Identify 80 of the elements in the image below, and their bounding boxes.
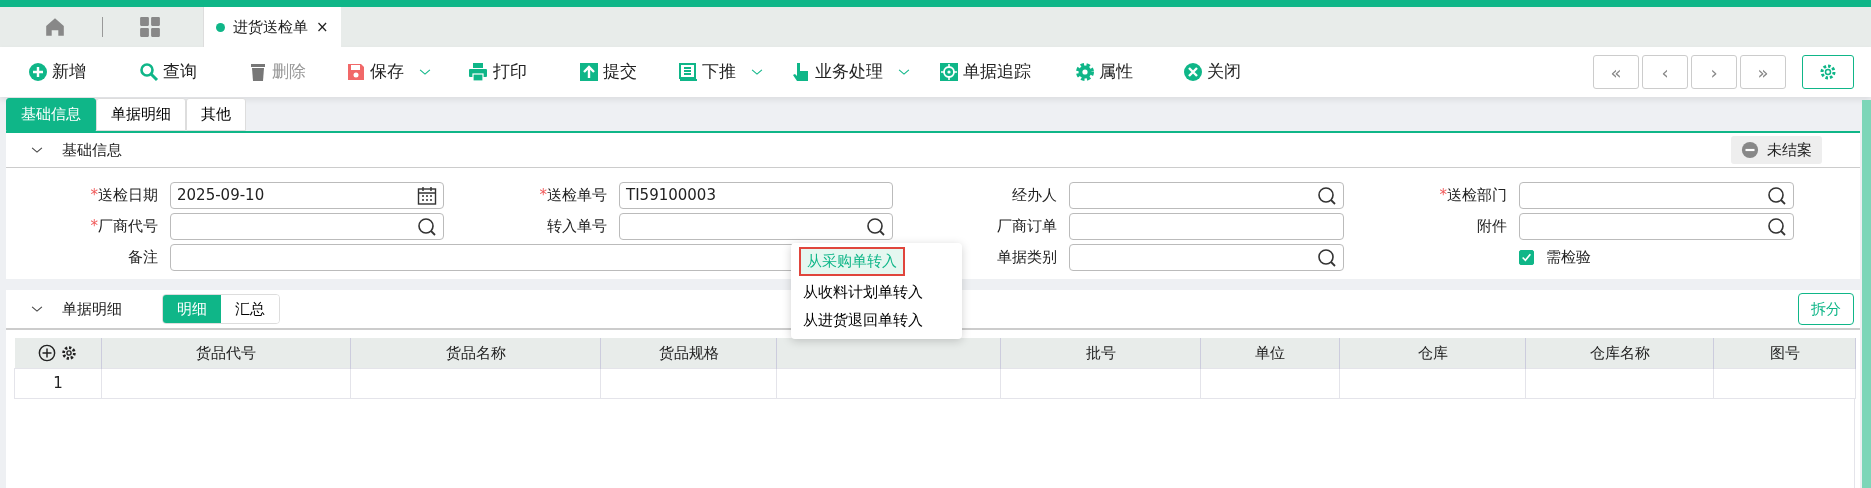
- field-label: *送检日期: [89, 185, 159, 207]
- track-button[interactable]: 单据追踪: [939, 59, 1075, 85]
- column-header: 货品名称: [350, 338, 601, 368]
- input-field[interactable]: [1519, 213, 1794, 240]
- push-button[interactable]: 下推: [678, 59, 791, 85]
- document-list-icon: [678, 62, 698, 82]
- search-icon: [417, 216, 437, 237]
- add-circle-icon[interactable]: [37, 344, 56, 362]
- status-badge: 未结案: [1731, 135, 1822, 165]
- search-icon: [866, 216, 886, 237]
- save-button[interactable]: 保存: [346, 59, 467, 85]
- pointing-hand-icon: [791, 62, 811, 82]
- search-button[interactable]: 查询: [139, 59, 248, 85]
- scrollbar[interactable]: [1862, 100, 1871, 488]
- row-number: 1: [14, 368, 102, 398]
- plus-circle-icon: [28, 62, 48, 82]
- gear-icon: [59, 344, 78, 362]
- pager-button[interactable]: ‹: [1642, 55, 1688, 89]
- pager-button[interactable]: »: [1740, 55, 1786, 89]
- field-label: *厂商代号: [89, 216, 159, 238]
- column-header: 货品代号: [101, 338, 351, 368]
- gear-button[interactable]: 属性: [1075, 59, 1183, 85]
- column-header: 仓库: [1339, 338, 1526, 368]
- checkbox[interactable]: [1519, 250, 1534, 265]
- input-field[interactable]: 2025-09-10: [170, 182, 444, 209]
- field-label: 经办人: [1011, 185, 1058, 207]
- minus-circle-icon: [1741, 141, 1759, 159]
- pager-button[interactable]: ›: [1691, 55, 1737, 89]
- menu-item[interactable]: 从收料计划单转入: [791, 277, 962, 306]
- printer-icon: [467, 62, 489, 82]
- field-label: 附件: [1476, 216, 1508, 238]
- field-label: 备注: [127, 247, 159, 269]
- settings-button[interactable]: [1802, 55, 1854, 89]
- input-field[interactable]: TI59100003: [619, 182, 893, 209]
- submit-button[interactable]: 提交: [579, 59, 678, 85]
- column-header: 货品规格: [600, 338, 777, 368]
- add-button[interactable]: 新增: [28, 59, 139, 85]
- field-label: *送检单号: [538, 185, 608, 207]
- print-button[interactable]: 打印: [467, 59, 579, 85]
- input-field[interactable]: [170, 213, 444, 240]
- section-tab[interactable]: 其他: [186, 98, 246, 131]
- search-icon: [139, 62, 159, 82]
- input-field[interactable]: [1519, 182, 1794, 209]
- section-title: 基础信息: [62, 139, 122, 161]
- search-icon: [1317, 185, 1337, 206]
- close-icon[interactable]: ×: [316, 15, 329, 39]
- section-tab[interactable]: 单据明细: [96, 98, 186, 131]
- search-icon: [1767, 185, 1787, 206]
- input-field[interactable]: [619, 213, 893, 240]
- search-icon: [1317, 247, 1337, 268]
- close-button[interactable]: 关闭: [1183, 59, 1241, 85]
- trash-icon: [248, 62, 268, 82]
- field-label: 单据类别: [996, 247, 1058, 269]
- document-tab[interactable]: 进货送检单 ×: [203, 7, 341, 47]
- input-field[interactable]: [1069, 213, 1344, 240]
- column-header: 仓库名称: [1525, 338, 1714, 368]
- section-title: 单据明细: [62, 298, 122, 320]
- home-icon: [44, 16, 66, 38]
- column-header: 图号: [1713, 338, 1856, 368]
- hand-button[interactable]: 业务处理: [791, 59, 939, 85]
- field-label: 厂商订单: [996, 216, 1058, 238]
- menu-item[interactable]: 从进货退回单转入: [791, 306, 962, 335]
- pager-button[interactable]: «: [1593, 55, 1639, 89]
- settings-icon: [1818, 62, 1838, 82]
- grid-icon: [139, 16, 161, 38]
- status-dot: [216, 22, 225, 32]
- column-header: 批号: [1000, 338, 1201, 368]
- column-header: 单位: [1200, 338, 1340, 368]
- gear-icon: [1075, 62, 1095, 82]
- field-label: *送检部门: [1438, 185, 1508, 207]
- calendar-icon: [417, 185, 437, 206]
- upload-icon: [579, 62, 599, 82]
- checkbox-label: 需检验: [1546, 247, 1591, 269]
- close-icon: [1183, 62, 1203, 82]
- field-label: 转入单号: [546, 216, 608, 238]
- input-field[interactable]: [1069, 244, 1344, 271]
- input-field[interactable]: [1069, 182, 1344, 209]
- tab-label: 进货送检单: [233, 16, 308, 38]
- search-icon: [1767, 216, 1787, 237]
- target-icon: [939, 62, 959, 82]
